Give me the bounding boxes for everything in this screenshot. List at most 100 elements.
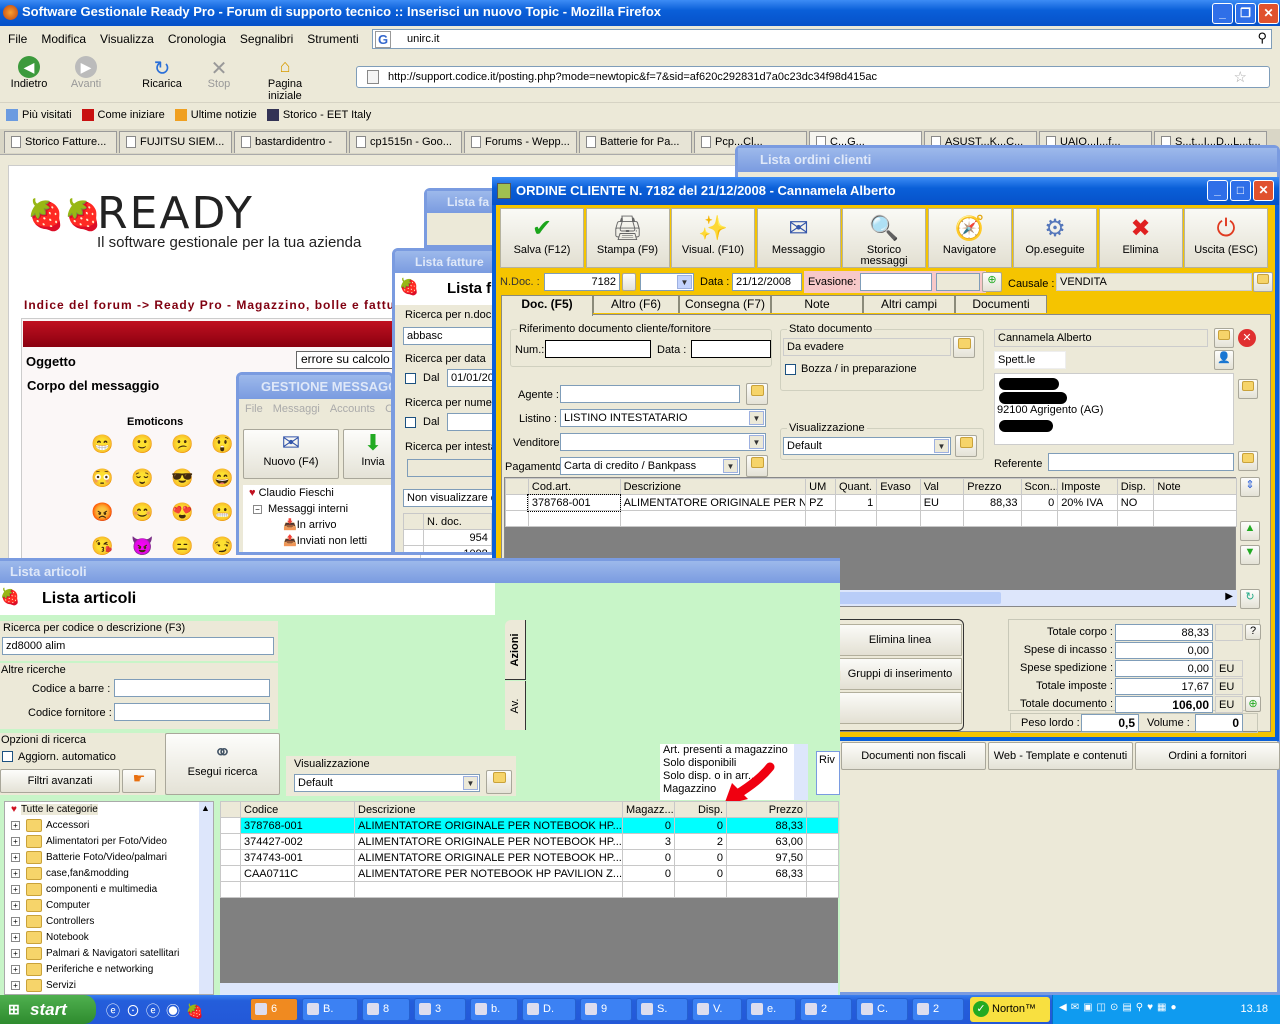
gross-weight-input[interactable]: 0,5	[1081, 714, 1139, 732]
send-button[interactable]: ⬇ Invia	[343, 429, 391, 479]
total-value[interactable]: 17,67	[1115, 678, 1213, 695]
menu-item[interactable]: Segnalibri	[240, 32, 293, 46]
toolbar-button-navigatore[interactable]: 🧭 Navigatore	[927, 208, 1012, 268]
menu-item[interactable]: Modifica	[41, 32, 86, 46]
category-item[interactable]: + case,fan&modding	[5, 866, 213, 882]
price-list-select[interactable]: LISTINO INTESTATARIO ▼	[560, 409, 766, 427]
taskbar-item[interactable]: b.	[470, 998, 518, 1021]
referente-folder-button[interactable]	[1238, 451, 1258, 471]
view-select[interactable]: Default ▼	[783, 437, 951, 455]
emoticon-icon[interactable]: 😁	[91, 434, 113, 455]
messaging-window[interactable]: GESTIONE MESSAGGISTICA FileMessaggiAccou…	[236, 372, 394, 555]
close-button[interactable]: ✕	[1258, 3, 1279, 24]
menu-item[interactable]: Cronologia	[168, 32, 226, 46]
header-search-input[interactable]	[407, 459, 499, 477]
emoticon-icon[interactable]: 😘	[91, 536, 113, 557]
expand-icon[interactable]: +	[11, 932, 20, 942]
causale-input[interactable]: VENDITA	[1056, 273, 1252, 291]
agent-input[interactable]	[560, 385, 740, 403]
taskbar-item[interactable]: e.	[746, 998, 796, 1021]
messaging-menu-item[interactable]: File	[245, 403, 263, 415]
auto-update-checkbox[interactable]	[2, 751, 13, 762]
evasione-time-input[interactable]	[936, 273, 980, 291]
seller-select[interactable]: ▼	[560, 433, 766, 451]
minimize-button[interactable]: _	[1207, 180, 1228, 201]
emoticon-icon[interactable]: 🙂	[131, 434, 153, 455]
tab-2[interactable]: Consegna (F7)	[679, 295, 771, 313]
messaging-menu-item[interactable]: Accounts	[330, 403, 375, 415]
expand-icon[interactable]: +	[11, 852, 20, 862]
scroll-up-icon[interactable]: ▲	[199, 803, 210, 813]
status-folder-button[interactable]	[953, 336, 975, 358]
bookmark-star-icon[interactable]: ☆	[1234, 68, 1247, 86]
causale-folder-button[interactable]	[1253, 272, 1273, 292]
evasione-date-input[interactable]	[860, 273, 932, 291]
riv-list[interactable]: Riv	[816, 751, 840, 795]
total-value[interactable]: 0,00	[1115, 660, 1213, 677]
column-header[interactable]: Magazz...	[622, 801, 675, 818]
taskbar-item[interactable]: C.	[856, 998, 908, 1021]
forward-button[interactable]: ▶ Avanti	[66, 56, 106, 90]
tree-scrollbar[interactable]: ▲	[199, 802, 213, 994]
barcode-input[interactable]	[114, 679, 270, 697]
ref-number-input[interactable]	[545, 340, 651, 358]
toolbar-button-storico-messaggi[interactable]: 🔍 Storico messaggi	[842, 208, 926, 268]
emoticon-icon[interactable]: 😄	[211, 468, 233, 489]
pointer-hand-icon[interactable]: ☛	[122, 769, 156, 793]
taskbar-item[interactable]: S.	[636, 998, 688, 1021]
column-header[interactable]: UM	[805, 478, 836, 495]
taskbar-item[interactable]: 6	[250, 998, 298, 1021]
payment-select[interactable]: Carta di credito / Bankpass ▼	[560, 457, 740, 475]
move-up-icon[interactable]: ▲	[1240, 521, 1260, 541]
agent-folder-button[interactable]	[746, 383, 768, 405]
address-folder-button[interactable]	[1238, 379, 1258, 399]
run-search-button[interactable]: ⚭ Esegui ricerca	[165, 733, 280, 795]
supplier-code-input[interactable]	[114, 703, 270, 721]
toolbar-button-op-eseguite[interactable]: ⚙ Op.eseguite	[1013, 208, 1097, 268]
tab-3[interactable]: Note	[771, 295, 863, 313]
browser-tab[interactable]: Batterie for Pa...	[579, 131, 692, 153]
table-row[interactable]: CAA0711C ALIMENTATORE PER NOTEBOOK HP PAV…	[220, 865, 839, 882]
help-button[interactable]: ?	[1245, 624, 1261, 640]
column-header[interactable]: Cod.art.	[527, 478, 621, 495]
toolbar-button-messaggio[interactable]: ✉ Messaggio	[756, 208, 841, 268]
column-header[interactable]: Evaso	[876, 478, 921, 495]
date-checkbox[interactable]	[405, 373, 416, 384]
emoticon-icon[interactable]: 😎	[171, 468, 193, 489]
date-input[interactable]: 21/12/2008	[732, 273, 802, 291]
expand-icon[interactable]: +	[11, 820, 20, 830]
articles-window[interactable]: Lista articoli 🍓 Lista articoli Ricerca p…	[0, 558, 840, 997]
invoice-list-window[interactable]: Lista fatture 🍓 Lista f Ricerca per n.doc…	[392, 248, 502, 555]
tab-av[interactable]: Av.	[505, 681, 526, 730]
category-item[interactable]: + Notebook	[5, 930, 213, 946]
column-header[interactable]: Prezzo	[726, 801, 807, 818]
total-value[interactable]: 106,00	[1115, 696, 1213, 713]
expand-icon[interactable]: +	[11, 948, 20, 958]
table-row[interactable]: 374427-002 ALIMENTATORE ORIGINALE PER NOT…	[220, 833, 839, 850]
payment-folder-button[interactable]	[746, 455, 768, 477]
move-updown-icon[interactable]: ⇕	[1240, 477, 1260, 497]
search-icon[interactable]: ⚲	[1257, 30, 1267, 46]
search-input[interactable]: unirc.it	[407, 33, 439, 45]
table-row[interactable]: 378768-001 ALIMENTATORE ORIGINALE PER N..…	[505, 493, 1237, 512]
articles-view-folder-button[interactable]	[486, 770, 512, 794]
column-header[interactable]: Disp.	[674, 801, 727, 818]
toolbar-button-stampa-f9[interactable]: 🖨 Stampa (F9)	[585, 208, 670, 268]
expand-icon[interactable]: +	[11, 868, 20, 878]
tab-av-label[interactable]: Av.	[509, 698, 521, 713]
menu-item[interactable]: Strumenti	[307, 32, 358, 46]
taskbar-item[interactable]: B.	[302, 998, 358, 1021]
toolbar-button-visual-f10[interactable]: ✨ Visual. (F10)	[671, 208, 755, 268]
category-item[interactable]: + Alimentatori per Foto/Video	[5, 834, 213, 850]
emoticon-icon[interactable]: 😲	[211, 434, 233, 455]
customer-field[interactable]: Cannamela Alberto	[994, 329, 1208, 347]
toolbar-button-salva-f12[interactable]: ✔ Salva (F12)	[500, 208, 584, 268]
expand-icon[interactable]: +	[11, 964, 20, 974]
refresh-icon[interactable]: ↻	[1240, 589, 1260, 609]
remove-customer-icon[interactable]: ✕	[1238, 329, 1256, 347]
norton-button[interactable]: ✓ Norton™	[970, 997, 1050, 1022]
home-button[interactable]: ⌂ Pagina iniziale	[250, 56, 320, 102]
taskbar-item[interactable]: V.	[692, 998, 742, 1021]
table-row[interactable]: 378768-001 ALIMENTATORE ORIGINALE PER NOT…	[220, 817, 839, 834]
customer-title-field[interactable]: Spett.le	[994, 351, 1066, 369]
